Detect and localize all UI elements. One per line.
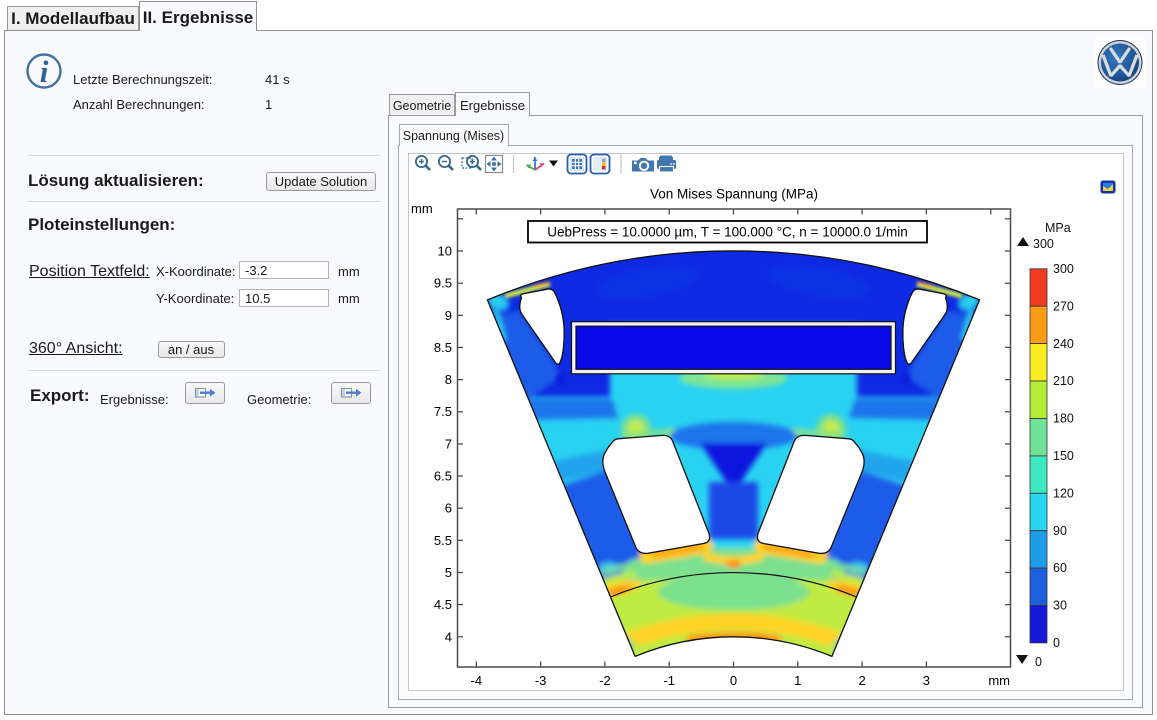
svg-text:9.5: 9.5 <box>434 276 452 291</box>
svg-text:300: 300 <box>1033 237 1054 251</box>
svg-text:270: 270 <box>1053 299 1074 313</box>
svg-text:Von Mises Spannung (MPa): Von Mises Spannung (MPa) <box>650 187 818 202</box>
svg-text:210: 210 <box>1053 374 1074 388</box>
svg-text:4: 4 <box>445 629 452 644</box>
svg-text:5.5: 5.5 <box>434 533 452 548</box>
svg-text:-1: -1 <box>663 673 675 688</box>
svg-text:4.5: 4.5 <box>434 597 452 612</box>
svg-text:150: 150 <box>1053 449 1074 463</box>
svg-text:0: 0 <box>730 673 737 688</box>
svg-text:8: 8 <box>445 372 452 387</box>
svg-text:6: 6 <box>445 501 452 516</box>
svg-text:8.5: 8.5 <box>434 340 452 355</box>
svg-text:MPa: MPa <box>1045 221 1071 235</box>
svg-text:-3: -3 <box>535 673 547 688</box>
svg-text:i: i <box>40 54 49 89</box>
svg-text:180: 180 <box>1053 412 1074 426</box>
svg-text:0: 0 <box>1053 636 1060 650</box>
svg-text:1: 1 <box>794 673 801 688</box>
svg-text:0: 0 <box>1035 655 1042 669</box>
svg-text:3: 3 <box>923 673 930 688</box>
svg-text:-2: -2 <box>599 673 611 688</box>
svg-text:300: 300 <box>1053 262 1074 276</box>
svg-text:7.5: 7.5 <box>434 404 452 419</box>
svg-text:120: 120 <box>1053 486 1074 500</box>
svg-text:UebPress = 10.0000 µm, T = 100: UebPress = 10.0000 µm, T = 100.000 °C, n… <box>547 225 908 240</box>
svg-text:mm: mm <box>411 201 433 216</box>
svg-text:30: 30 <box>1053 599 1067 613</box>
svg-text:90: 90 <box>1053 524 1067 538</box>
svg-text:9: 9 <box>445 308 452 323</box>
svg-text:mm: mm <box>988 673 1010 688</box>
svg-text:7: 7 <box>445 436 452 451</box>
svg-text:240: 240 <box>1053 337 1074 351</box>
svg-text:6.5: 6.5 <box>434 469 452 484</box>
svg-text:5: 5 <box>445 565 452 580</box>
svg-text:10: 10 <box>438 244 452 259</box>
svg-text:2: 2 <box>858 673 865 688</box>
svg-text:60: 60 <box>1053 561 1067 575</box>
svg-text:-4: -4 <box>471 673 483 688</box>
